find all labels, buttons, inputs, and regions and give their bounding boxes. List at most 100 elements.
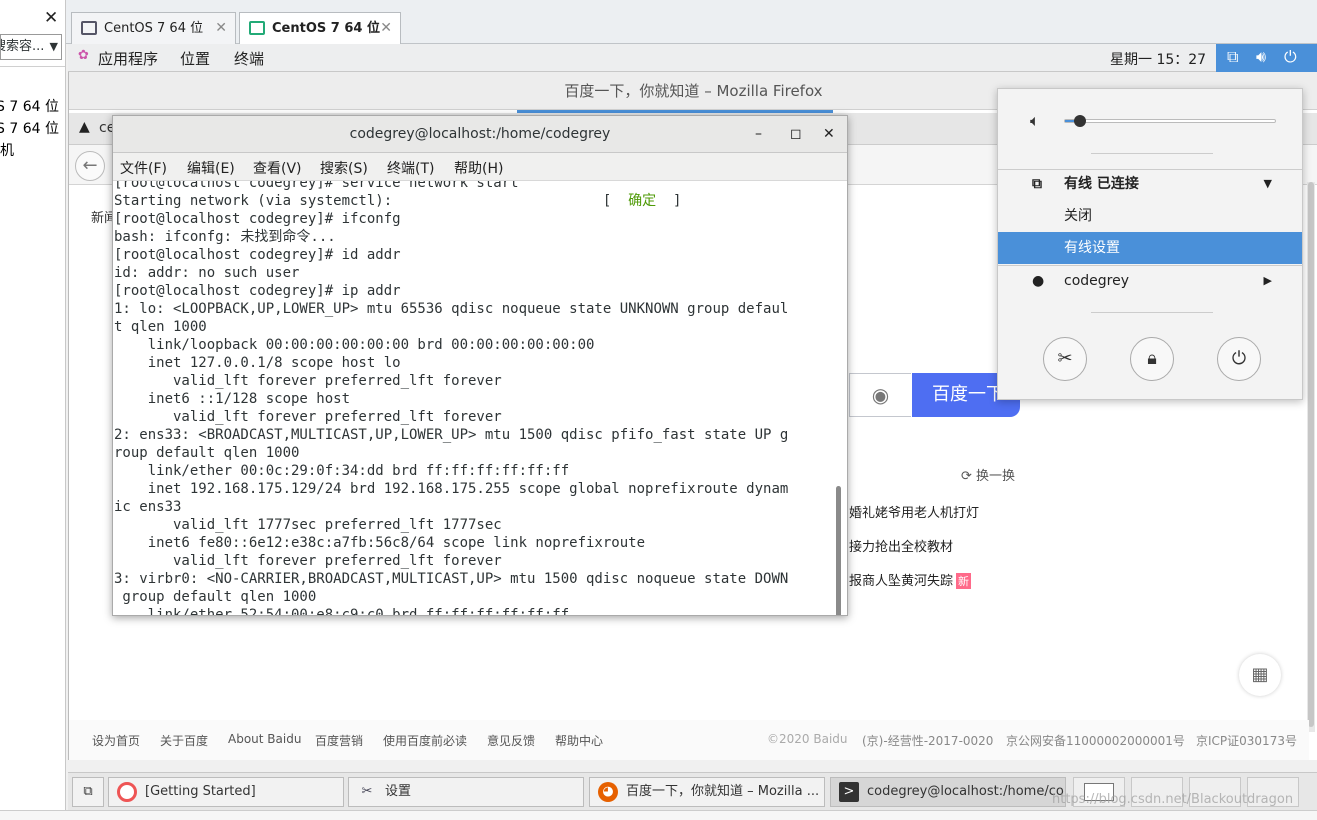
wired-settings-item[interactable]: 有线设置 (998, 232, 1302, 264)
library-item-vm-1[interactable]: S 7 64 位 (0, 96, 59, 116)
terminal-app-menu[interactable]: 终端 (234, 48, 264, 69)
menu-terminal[interactable]: 终端(T) (387, 158, 434, 178)
turn-off-label: 关闭 (1064, 208, 1092, 224)
clock[interactable]: 星期一 15：27 (1110, 49, 1206, 69)
terminal-line: 3: virbr0: <NO-CARRIER,BROADCAST,MULTICA… (114, 571, 789, 587)
library-search-input[interactable]: 搜索容... ▼ (0, 34, 62, 60)
footer-link[interactable]: 使用百度前必读 (383, 732, 467, 749)
taskbar-item[interactable]: > codegrey@localhost:/home/co... (830, 777, 1066, 807)
settings-icon: ✂ (361, 784, 373, 799)
terminal-scrollbar[interactable] (836, 486, 841, 615)
library-item-vm-2[interactable]: S 7 64 位 (0, 118, 59, 138)
footer-license[interactable]: 京公网安备11000002000001号 (1006, 732, 1185, 749)
network-wired-icon: ⧉ (1227, 47, 1239, 66)
places-menu[interactable]: 位置 (180, 48, 210, 69)
taskbar-item[interactable]: [Getting Started] (108, 777, 344, 807)
power-icon: ⏻ (1284, 47, 1297, 66)
watermark: https://blog.csdn.net/Blackoutdragon (1052, 792, 1294, 807)
camera-search-icon[interactable]: ◉ (849, 373, 911, 417)
vm-library-pane: ✕ 搜索容... ▼ S 7 64 位 S 7 64 位 机 (0, 0, 66, 820)
refresh-icon: ⟳ (961, 469, 972, 484)
power-off-icon[interactable]: ⏻ (1217, 337, 1261, 381)
menu-edit[interactable]: 编辑(E) (187, 158, 235, 178)
user-menu-item[interactable]: ● codegrey ▶ (998, 265, 1302, 297)
network-wired-icon: ⧉ (1032, 176, 1042, 192)
user-label: codegrey (1064, 273, 1129, 289)
taskbar-item-label: 百度一下，你就知道 – Mozilla ... (626, 784, 820, 799)
settings-tools-icon[interactable]: ✂ (1043, 337, 1087, 381)
taskbar-item-label: codegrey@localhost:/home/co... (867, 784, 1066, 799)
close-icon[interactable]: ✕ (823, 116, 835, 153)
footer-link[interactable]: 意见反馈 (487, 732, 535, 749)
hot-item[interactable]: 婚礼姥爷用老人机打灯 (849, 502, 979, 521)
wired-status-label: 有线 已连接 (1064, 176, 1139, 192)
firefox-scrollbar[interactable] (1307, 182, 1315, 732)
library-item-my-computer[interactable]: 机 (0, 140, 14, 160)
vm-tab-1[interactable]: CentOS 7 64 位 ✕ (71, 12, 236, 45)
taskbar-item[interactable]: ✂ 设置 (348, 777, 584, 807)
footer-link[interactable]: 百度营销 (315, 732, 363, 749)
footer-link[interactable]: 关于百度 (160, 732, 208, 749)
terminal-line: link/ether 52:54:00:e8:c9:c0 brd ff:ff:f… (114, 607, 570, 615)
menu-help[interactable]: 帮助(H) (454, 158, 503, 178)
host-bottom-strip (0, 810, 1317, 820)
terminal-window[interactable]: codegrey@localhost:/home/codegrey – ◻ ✕ … (112, 115, 848, 616)
terminal-menu-bar: 文件(F) 编辑(E) 查看(V) 搜索(S) 终端(T) 帮助(H) (113, 153, 847, 181)
terminal-line: [root@localhost codegrey]# id addr (114, 247, 401, 263)
terminal-line: [root@localhost codegrey]# ifconfg (114, 211, 401, 227)
terminal-line: [root@localhost codegrey]# ip addr (114, 283, 401, 299)
terminal-line: 1: lo: <LOOPBACK,UP,LOWER_UP> mtu 65536 … (114, 301, 789, 317)
footer-license[interactable]: (京)-经营性-2017-0020 (862, 732, 993, 749)
taskbar-item[interactable]: ◕ 百度一下，你就知道 – Mozilla ... (589, 777, 825, 807)
qr-code-icon[interactable]: ▦ (1239, 654, 1281, 696)
volume-knob[interactable] (1074, 115, 1086, 127)
terminal-line: bash: ifconfg: 未找到命令... (114, 229, 336, 245)
footer-license[interactable]: 京ICP证030173号 (1196, 732, 1297, 749)
footer-link[interactable]: About Baidu (228, 732, 301, 746)
vm-tab-label: CentOS 7 64 位 (272, 21, 380, 36)
menu-view[interactable]: 查看(V) (253, 158, 302, 178)
terminal-line: roup default qlen 1000 (114, 445, 300, 461)
hot-item-text: 接力抢出全校教材 (849, 540, 954, 555)
vm-tab-label: CentOS 7 64 位 (104, 21, 204, 36)
volume-slider[interactable] (1064, 115, 1276, 127)
dropdown-arrow-icon[interactable]: ▼ (50, 35, 58, 59)
menu-search[interactable]: 搜索(S) (320, 158, 368, 178)
minimize-icon[interactable]: – (755, 116, 762, 153)
vm-tab-2[interactable]: CentOS 7 64 位 ✕ (239, 12, 401, 46)
turn-off-wired-item[interactable]: 关闭 (998, 200, 1302, 232)
back-arrow-icon[interactable]: ← (75, 151, 105, 181)
close-tab-icon[interactable]: ✕ (215, 13, 227, 44)
terminal-title[interactable]: codegrey@localhost:/home/codegrey – ◻ ✕ (113, 116, 847, 153)
hot-item-text: 报商人坠黄河失踪 (849, 574, 954, 589)
gnome-top-bar: ✿ 应用程序 位置 终端 星期一 15：27 ⧉ 🔊︎ ⏻ (68, 44, 1317, 72)
scroll-thumb[interactable] (1308, 182, 1314, 727)
hot-item[interactable]: 报商人坠黄河失踪新 (849, 570, 972, 589)
terminal-line: 2: ens33: <BROADCAST,MULTICAST,UP,LOWER_… (114, 427, 789, 443)
applications-menu[interactable]: 应用程序 (98, 48, 158, 69)
close-library-icon[interactable]: ✕ (44, 8, 58, 28)
footer-link[interactable]: 设为首页 (92, 732, 140, 749)
maximize-icon[interactable]: ◻ (790, 116, 802, 153)
hot-item-text: 婚礼姥爷用老人机打灯 (849, 506, 980, 521)
show-desktop-icon[interactable]: ⧉ (72, 777, 104, 807)
lock-icon[interactable]: 🔒︎ (1130, 337, 1174, 381)
terminal-line: valid_lft forever preferred_lft forever (114, 409, 502, 425)
menu-file[interactable]: 文件(F) (120, 158, 167, 178)
system-indicators[interactable]: ⧉ 🔊︎ ⏻ (1216, 44, 1317, 72)
lifebuoy-icon (117, 782, 137, 802)
taskbar-item-label: 设置 (385, 784, 412, 799)
terminal-line: inet6 fe80::6e12:e38c:a7fb:56c8/64 scope… (114, 535, 646, 551)
close-tab-icon[interactable]: ✕ (380, 13, 392, 44)
refresh-hot-button[interactable]: ⟳ 换一换 (961, 465, 1015, 484)
library-search-placeholder: 搜索容... (1, 39, 45, 54)
terminal-lines: [root@localhost codegrey]# service netwo… (114, 181, 840, 615)
terminal-line: link/loopback 00:00:00:00:00:00 brd 00:0… (114, 337, 595, 353)
terminal-title-text: codegrey@localhost:/home/codegrey (349, 126, 611, 142)
footer-link[interactable]: 帮助中心 (555, 732, 603, 749)
terminal-output[interactable]: [root@localhost codegrey]# service netwo… (113, 181, 847, 615)
hot-item[interactable]: 接力抢出全校教材 (849, 536, 953, 555)
wired-connection-item[interactable]: ⧉ 有线 已连接 ▼ (998, 168, 1302, 200)
volume-muted-icon: 🔈︎ (1030, 111, 1040, 130)
system-menu: 🔈︎ ⧉ 有线 已连接 ▼ 关闭 有线设置 ● codegrey ▶ ✂ 🔒︎ … (997, 88, 1303, 400)
